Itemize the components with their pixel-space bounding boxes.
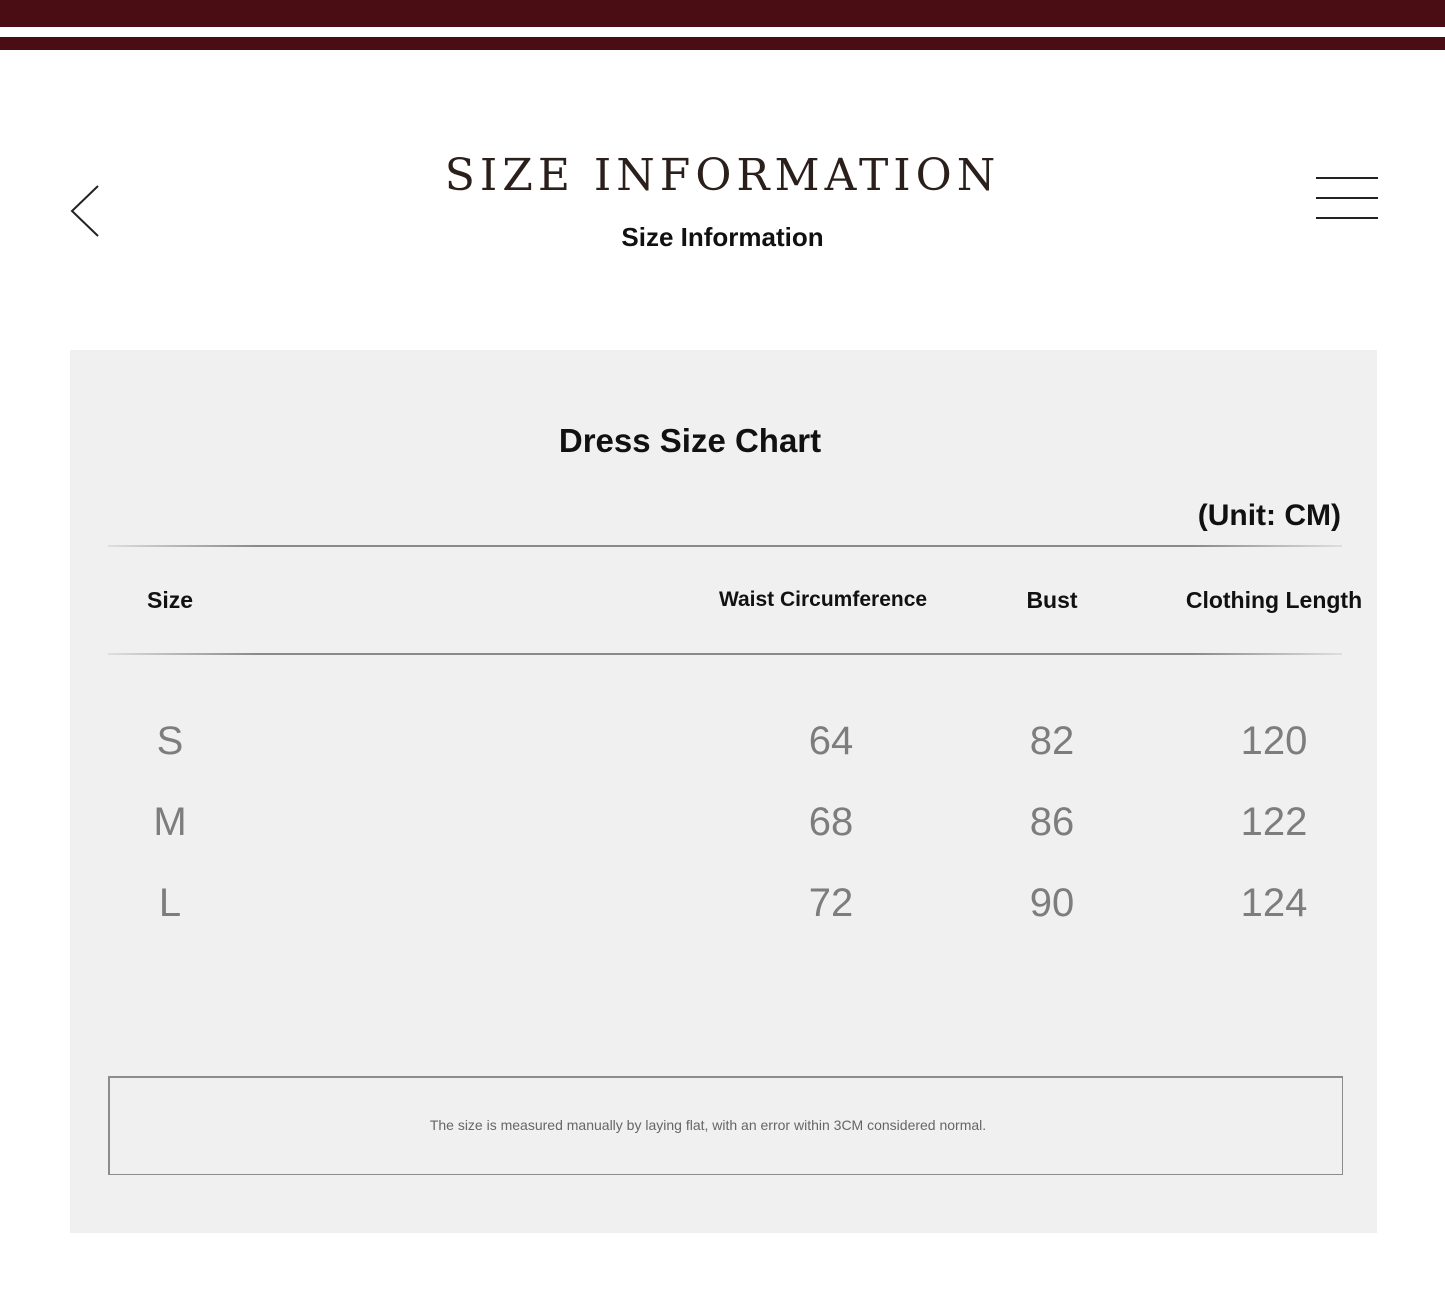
- column-header-length: Clothing Length: [1185, 587, 1363, 613]
- bust-cell: 90: [1029, 881, 1075, 925]
- chart-title: Dress Size Chart: [558, 422, 822, 459]
- header-stripe-bottom: [0, 37, 1445, 50]
- waist-cell: 72: [808, 881, 854, 925]
- column-header-waist: Waist Circumference: [718, 588, 928, 611]
- length-cell: 122: [1240, 800, 1308, 844]
- bust-cell: 82: [1029, 719, 1075, 763]
- page-subtitle: Size Information: [621, 222, 824, 252]
- header-bottom-rule: [108, 653, 1342, 655]
- length-cell: 124: [1240, 881, 1308, 925]
- size-cell: S: [156, 719, 184, 763]
- column-header-bust: Bust: [1026, 587, 1078, 613]
- length-cell: 120: [1240, 719, 1308, 763]
- waist-cell: 64: [808, 719, 854, 763]
- size-cell: L: [158, 881, 182, 925]
- unit-label: (Unit: CM): [1197, 499, 1341, 532]
- waist-cell: 68: [808, 800, 854, 844]
- bust-cell: 86: [1029, 800, 1075, 844]
- header-top-rule: [108, 545, 1342, 547]
- measurement-note-text: The size is measured manually by laying …: [429, 1117, 987, 1133]
- page-title: SIZE INFORMATION: [444, 150, 1001, 201]
- header-stripe-top: [0, 0, 1445, 27]
- size-cell: M: [153, 800, 187, 844]
- column-header-size: Size: [146, 587, 194, 613]
